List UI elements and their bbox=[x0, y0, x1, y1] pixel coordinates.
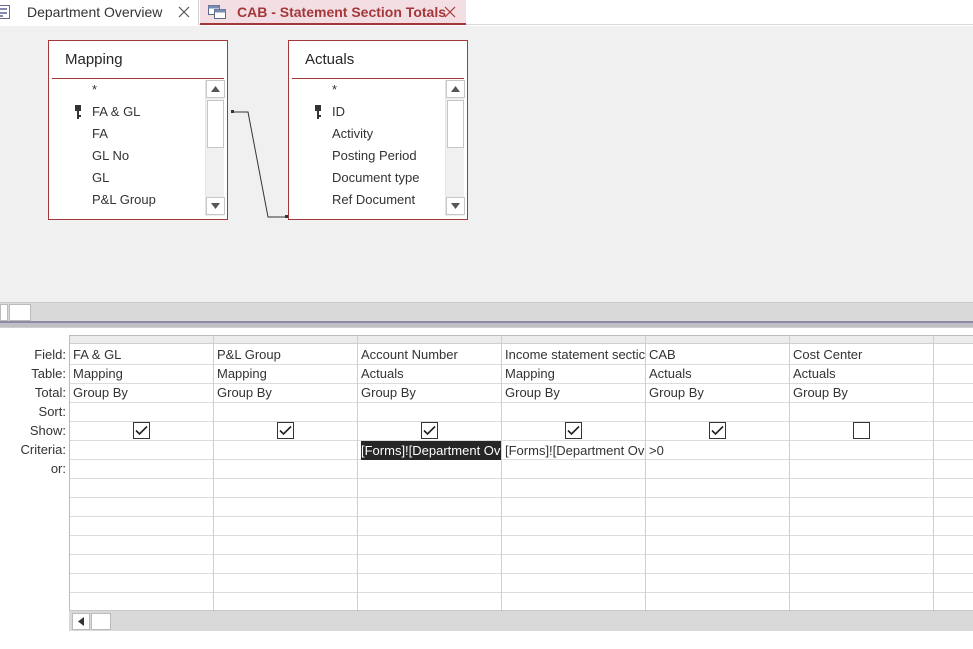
table-cell[interactable]: Mapping bbox=[505, 364, 645, 383]
grid-column[interactable]: CAB Actuals Group By >0 bbox=[646, 336, 790, 610]
total-cell[interactable]: Group By bbox=[793, 383, 933, 402]
field-item[interactable]: FA & GL bbox=[92, 101, 140, 123]
design-pane-scrollbar[interactable] bbox=[0, 302, 973, 321]
close-icon[interactable] bbox=[175, 2, 193, 22]
close-icon[interactable] bbox=[441, 2, 459, 22]
show-checkbox[interactable] bbox=[565, 422, 582, 439]
table-cell[interactable]: Mapping bbox=[73, 364, 213, 383]
tab-department-overview[interactable]: Department Overview bbox=[0, 0, 199, 25]
table-cell[interactable]: Actuals bbox=[649, 364, 789, 383]
grid-column[interactable]: Income statement sectic Mapping Group By… bbox=[502, 336, 646, 610]
field-item[interactable]: * bbox=[92, 79, 97, 101]
row-label-total: Total: bbox=[34, 385, 66, 400]
tab-label: CAB - Statement Section Totals bbox=[237, 4, 446, 20]
form-icon bbox=[0, 5, 10, 19]
field-cell[interactable]: CAB bbox=[649, 345, 789, 364]
total-cell[interactable]: Group By bbox=[505, 383, 645, 402]
table-cell[interactable]: Actuals bbox=[361, 364, 501, 383]
scroll-thumb[interactable] bbox=[207, 100, 224, 148]
table-title: Mapping bbox=[65, 51, 123, 68]
field-cell[interactable]: FA & GL bbox=[73, 345, 213, 364]
table-cell[interactable]: Mapping bbox=[217, 364, 357, 383]
scroll-thumb[interactable] bbox=[447, 100, 464, 148]
scroll-thumb[interactable] bbox=[9, 304, 31, 321]
grid-column[interactable]: Cost Center Actuals Group By bbox=[790, 336, 934, 610]
show-checkbox[interactable] bbox=[421, 422, 438, 439]
field-list-scrollbar[interactable] bbox=[205, 80, 225, 216]
tab-cab-statement-section-totals[interactable]: CAB - Statement Section Totals bbox=[200, 0, 466, 25]
scroll-down-icon[interactable] bbox=[446, 197, 465, 215]
table-cell[interactable]: Actuals bbox=[793, 364, 933, 383]
total-cell[interactable]: Group By bbox=[649, 383, 789, 402]
field-list-scrollbar[interactable] bbox=[445, 80, 465, 216]
field-item[interactable]: GL bbox=[92, 167, 109, 189]
field-cell[interactable]: Income statement sectic bbox=[505, 345, 645, 364]
field-item[interactable]: P&L Group bbox=[92, 189, 156, 211]
grid-column[interactable]: P&L Group Mapping Group By bbox=[214, 336, 358, 610]
field-item[interactable]: Posting Period bbox=[332, 145, 417, 167]
field-item[interactable]: * bbox=[332, 79, 337, 101]
key-icon bbox=[315, 105, 321, 119]
show-checkbox[interactable] bbox=[853, 422, 870, 439]
show-checkbox[interactable] bbox=[277, 422, 294, 439]
scroll-left-icon[interactable] bbox=[72, 613, 90, 630]
row-label-show: Show: bbox=[29, 423, 66, 438]
pane-splitter[interactable] bbox=[0, 321, 973, 328]
total-cell[interactable]: Group By bbox=[73, 383, 213, 402]
row-label-or: or: bbox=[50, 461, 66, 476]
total-cell[interactable]: Group By bbox=[361, 383, 501, 402]
criteria-cell[interactable]: [Forms]![Department Ov bbox=[505, 441, 645, 460]
table-divider bbox=[52, 78, 224, 79]
grid-scrollbar[interactable] bbox=[69, 610, 973, 631]
row-label-sort: Sort: bbox=[38, 404, 66, 419]
grid-column[interactable]: FA & GL Mapping Group By bbox=[70, 336, 214, 610]
row-label-criteria: Criteria: bbox=[20, 442, 66, 457]
scroll-up-icon[interactable] bbox=[446, 80, 465, 98]
field-item[interactable]: GL No bbox=[92, 145, 129, 167]
field-item[interactable]: Ref Document bbox=[332, 189, 415, 211]
field-item[interactable]: Activity bbox=[332, 123, 373, 145]
total-cell[interactable]: Group By bbox=[217, 383, 357, 402]
row-label-field: Field: bbox=[34, 347, 66, 362]
query-design-grid[interactable]: FA & GL Mapping Group By P&L Group Mappi… bbox=[69, 335, 973, 610]
field-item[interactable]: FA bbox=[92, 123, 108, 145]
grid-column[interactable]: Account Number Actuals Group By [Forms]!… bbox=[358, 336, 502, 610]
scroll-left-icon[interactable] bbox=[0, 304, 8, 321]
table-title: Actuals bbox=[305, 51, 355, 68]
table-actuals[interactable]: Actuals * ID Activity Posting Period Doc… bbox=[288, 40, 468, 220]
field-cell[interactable]: P&L Group bbox=[217, 345, 357, 364]
table-divider bbox=[292, 78, 464, 79]
key-icon bbox=[75, 105, 81, 119]
show-checkbox[interactable] bbox=[709, 422, 726, 439]
scroll-up-icon[interactable] bbox=[206, 80, 225, 98]
field-item[interactable]: ID bbox=[332, 101, 345, 123]
field-cell[interactable]: Account Number bbox=[361, 345, 501, 364]
table-mapping[interactable]: Mapping * FA & GL FA GL No GL P&L Group bbox=[48, 40, 228, 220]
show-checkbox[interactable] bbox=[133, 422, 150, 439]
query-icon bbox=[208, 5, 226, 19]
scroll-thumb[interactable] bbox=[91, 613, 111, 630]
grid-column-empty[interactable] bbox=[934, 336, 973, 610]
criteria-cell[interactable]: [Forms]![Department Ov bbox=[361, 441, 501, 460]
query-design-pane[interactable]: Mapping * FA & GL FA GL No GL P&L Group … bbox=[0, 26, 973, 302]
criteria-cell[interactable]: >0 bbox=[649, 441, 789, 460]
tab-label: Department Overview bbox=[27, 4, 163, 20]
scroll-down-icon[interactable] bbox=[206, 197, 225, 215]
field-item[interactable]: Document type bbox=[332, 167, 419, 189]
document-tab-bar: Department Overview CAB - Statement Sect… bbox=[0, 0, 973, 25]
field-cell[interactable]: Cost Center bbox=[793, 345, 933, 364]
row-label-table: Table: bbox=[31, 366, 66, 381]
